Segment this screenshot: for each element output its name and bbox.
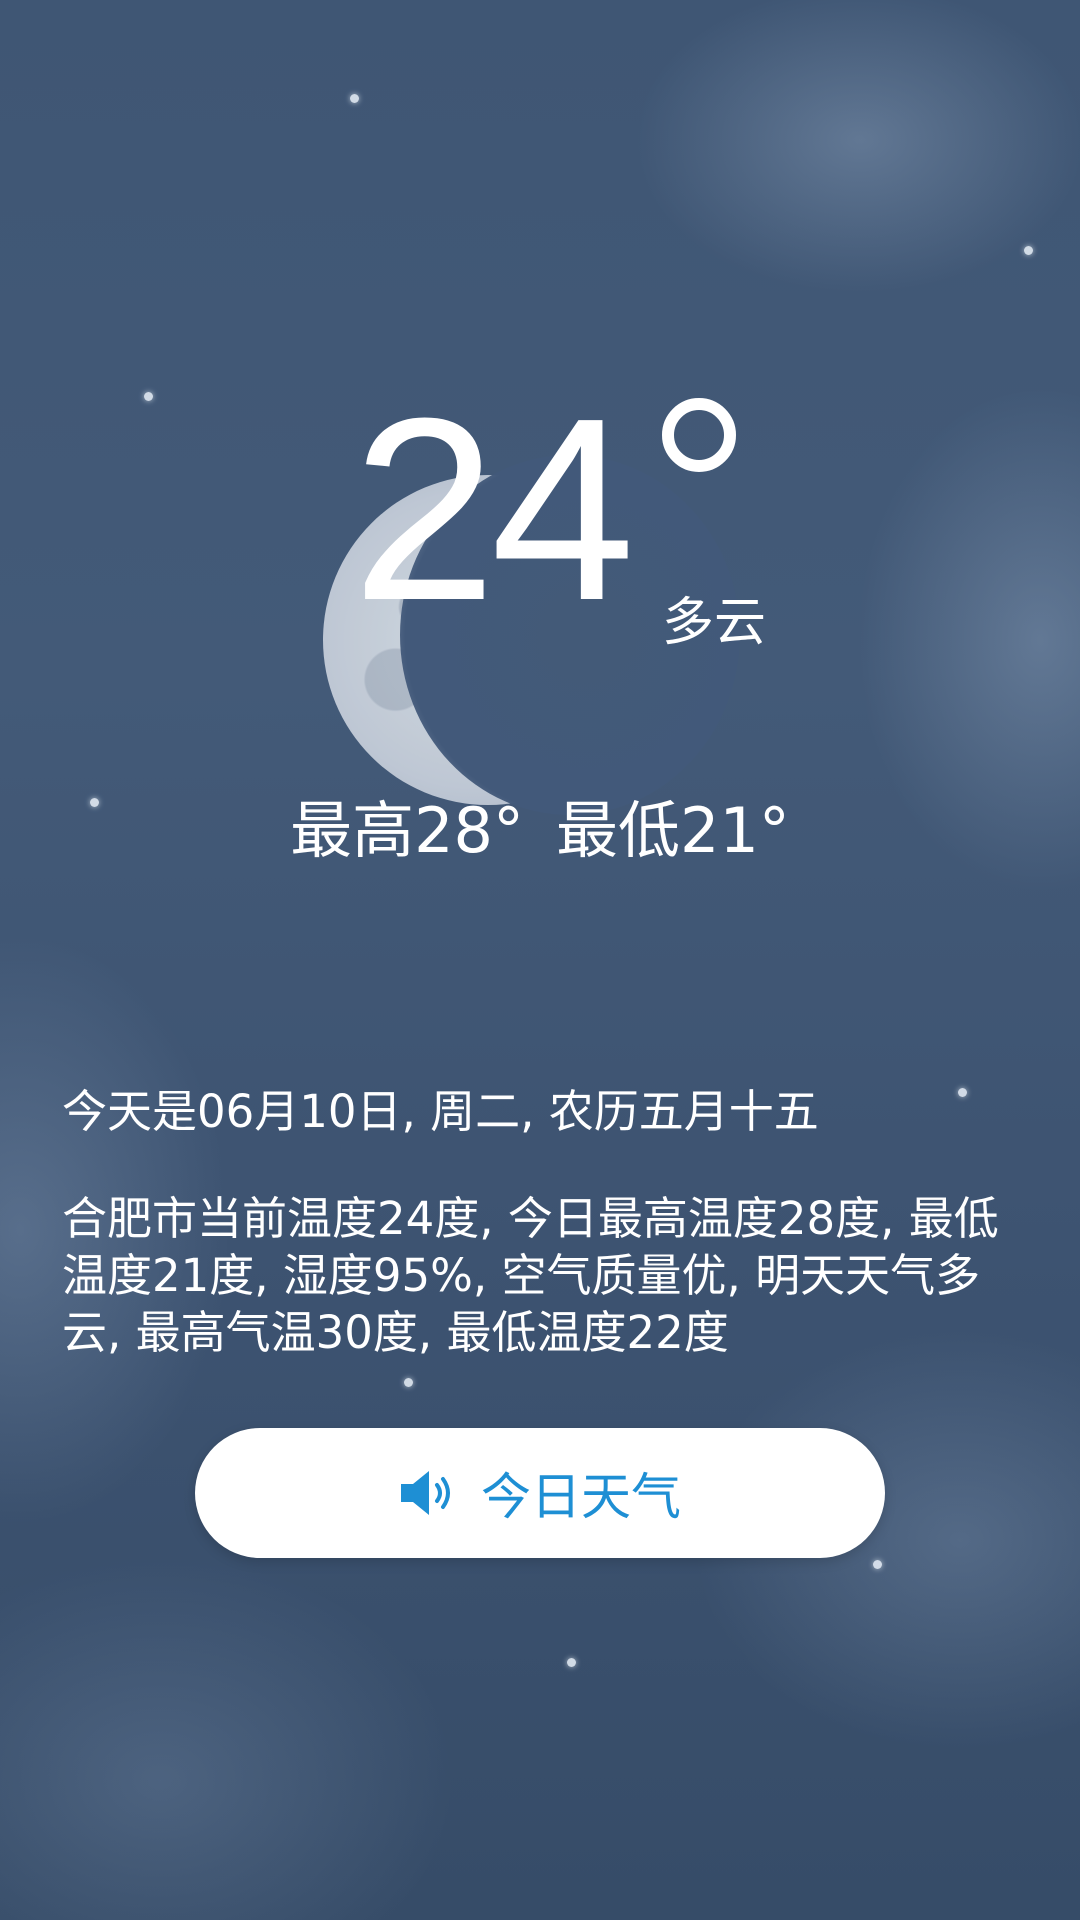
star — [404, 1378, 413, 1387]
high-temperature: 最高28° — [290, 794, 524, 867]
star — [350, 94, 359, 103]
date-line: 今天是06月10日, 周二, 农历五月十五 — [62, 1085, 819, 1138]
current-temperature: 24 — [352, 365, 635, 655]
weather-condition: 多云 — [662, 593, 767, 653]
weather-report: 合肥市当前温度24度, 今日最高温度28度, 最低温度21度, 湿度95%, 空… — [62, 1192, 999, 1359]
speak-button-label: 今日天气 — [481, 1468, 681, 1526]
speaker-icon — [401, 1471, 450, 1515]
weather-screen: 24 多云 最高28° 最低21° 今天是06月10日, 周二, 农历五月十五 合… — [0, 0, 1080, 1920]
high-low-temperature: 最高28° 最低21° — [0, 780, 1080, 870]
star — [1024, 246, 1033, 255]
star — [567, 1658, 576, 1667]
current-temperature-block: 24 多云 — [0, 380, 1080, 660]
star — [873, 1560, 882, 1569]
low-temperature: 最低21° — [556, 794, 790, 867]
star — [958, 1088, 967, 1097]
degree-symbol-icon — [662, 398, 736, 472]
speak-weather-button[interactable]: 今日天气 — [195, 1428, 885, 1558]
